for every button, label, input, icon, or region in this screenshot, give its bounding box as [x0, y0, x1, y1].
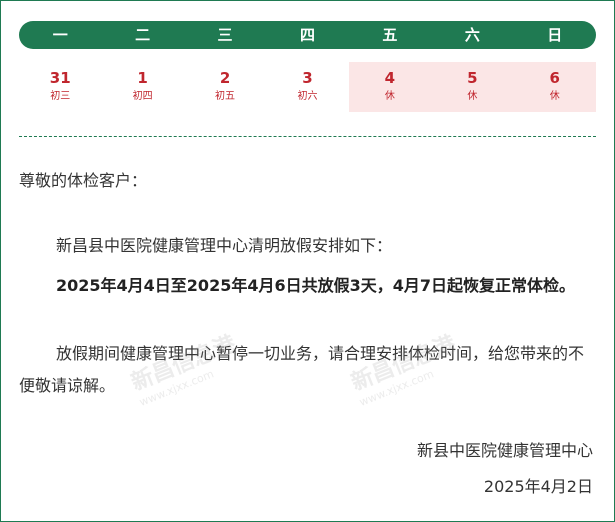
notice-paragraph-schedule: 2025年4月4日至2025年4月6日共放假3天，4月7日起恢复正常体检。: [56, 276, 575, 295]
notice-paragraph-apology: 放假期间健康管理中心暂停一切业务，请合理安排体检时间，给您带来的不便敬请谅解。: [19, 344, 585, 395]
weekday-sat: 六: [464, 26, 480, 44]
dashed-divider: [19, 136, 596, 137]
weekday-thu: 四: [299, 26, 315, 44]
day-number: 31: [49, 69, 71, 87]
calendar-day: 3 初六: [266, 62, 348, 112]
day-rest-label: 休: [467, 91, 478, 102]
calendar-day: 1 初四: [101, 62, 183, 112]
day-rest-label: 休: [384, 91, 395, 102]
calendar-day: 2 初五: [184, 62, 266, 112]
weekday-mon: 一: [52, 26, 68, 44]
notice-greeting: 尊敬的体检客户：: [19, 171, 148, 190]
day-number: 3: [302, 69, 313, 87]
weekday-tue: 二: [135, 26, 151, 44]
calendar-day-holiday: 5 休: [431, 62, 514, 112]
calendar-days-row: 31 初三 1 初四 2 初五 3 初六 4 休 5 休 6 休: [19, 62, 596, 112]
day-rest-label: 休: [549, 91, 560, 102]
calendar-weekday-header: 一 二 三 四 五 六 日: [19, 21, 596, 49]
day-number: 4: [384, 69, 396, 87]
notice-date: 2025年4月2日: [483, 477, 593, 496]
weekday-sun: 日: [547, 26, 563, 44]
calendar-day: 31 初三: [19, 62, 101, 112]
day-lunar: 初五: [215, 91, 236, 102]
notice-paragraph-intro: 新昌县中医院健康管理中心清明放假安排如下：: [56, 236, 393, 255]
day-number: 2: [219, 69, 231, 87]
calendar-day-holiday: 6 休: [513, 62, 596, 112]
day-number: 1: [137, 69, 148, 87]
notice-signature: 新县中医院健康管理中心: [416, 441, 593, 460]
weekday-wed: 三: [217, 26, 233, 44]
weekday-fri: 五: [382, 26, 398, 44]
day-lunar: 初四: [132, 91, 153, 102]
day-number: 6: [549, 69, 560, 87]
day-lunar: 初三: [50, 91, 71, 102]
day-lunar: 初六: [297, 91, 318, 102]
calendar-day-holiday: 4 休: [348, 62, 432, 112]
day-number: 5: [467, 69, 478, 87]
